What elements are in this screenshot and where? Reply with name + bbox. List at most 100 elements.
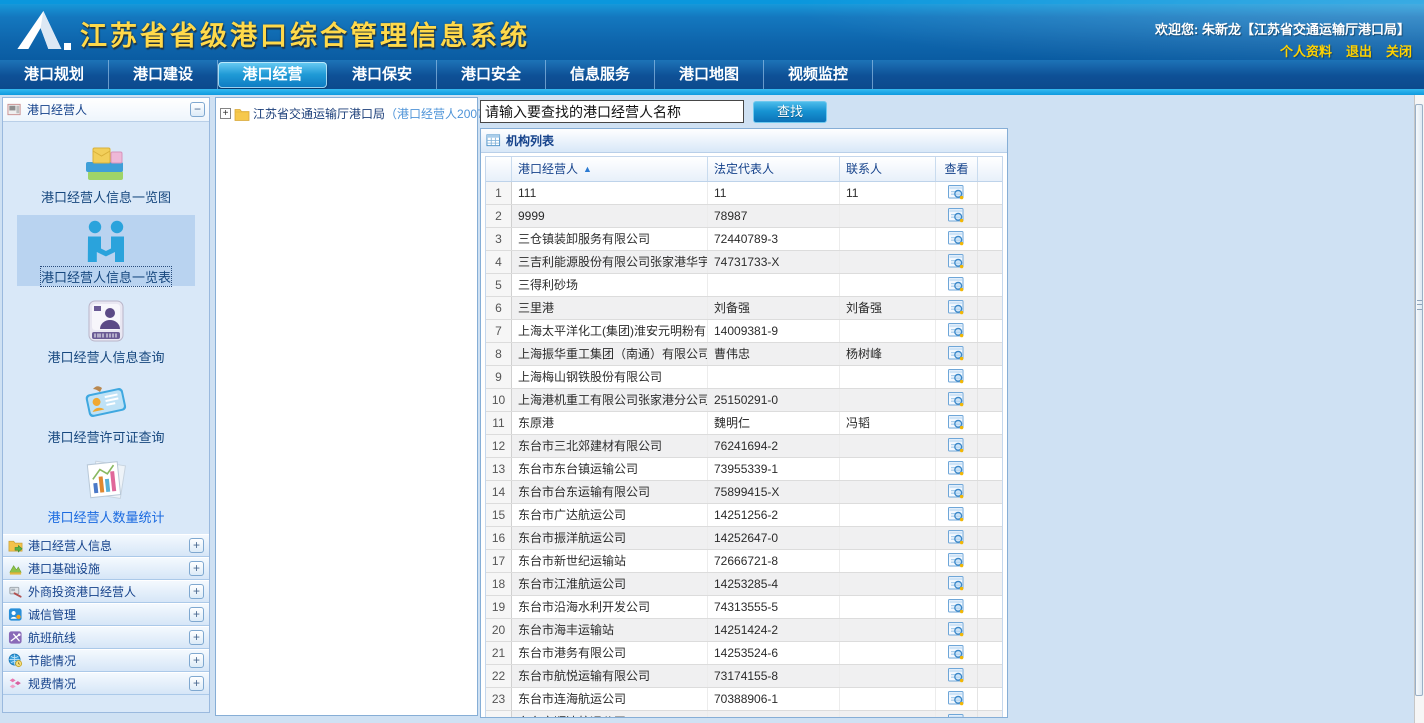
expand-button[interactable]: + <box>189 538 204 553</box>
search-button[interactable]: 查找 <box>753 101 827 123</box>
view-icon[interactable] <box>948 530 965 546</box>
table-row[interactable]: 16东台市振洋航运公司14252647-0 <box>486 527 1002 550</box>
header-link[interactable]: 个人资料 <box>1280 44 1332 59</box>
nav-tab[interactable]: 港口保安 <box>328 60 437 89</box>
table-row[interactable]: 11111111 <box>486 182 1002 205</box>
filler-cell <box>978 596 1002 618</box>
view-icon[interactable] <box>948 323 965 339</box>
table-row[interactable]: 11东原港魏明仁冯韬 <box>486 412 1002 435</box>
col-header-contact[interactable]: 联系人 <box>840 157 936 181</box>
view-cell <box>936 343 978 365</box>
expand-button[interactable]: + <box>189 630 204 645</box>
sidebar-section[interactable]: 诚信管理+ <box>3 603 209 626</box>
expand-button[interactable]: + <box>189 607 204 622</box>
view-icon[interactable] <box>948 622 965 638</box>
table-row[interactable]: 9上海梅山钢铁股份有限公司 <box>486 366 1002 389</box>
table-row[interactable]: 12东台市三北郊建材有限公司76241694-2 <box>486 435 1002 458</box>
welcome-text: 欢迎您: 朱新龙【江苏省交通运输厅港口局】 <box>1155 19 1410 38</box>
view-icon[interactable] <box>948 461 965 477</box>
nav-tab[interactable]: 港口建设 <box>109 60 218 89</box>
header-link[interactable]: 关闭 <box>1386 44 1412 59</box>
sidebar-item[interactable]: 港口经营人信息一览表 <box>17 215 195 286</box>
table-row[interactable]: 5三得利砂场 <box>486 274 1002 297</box>
search-input[interactable] <box>480 100 744 123</box>
sidebar-section[interactable]: 规费情况+ <box>3 672 209 695</box>
nav-tab[interactable]: 港口地图 <box>655 60 764 89</box>
sidebar-item[interactable]: 港口经营人信息查询 <box>17 295 195 366</box>
header-link[interactable]: 退出 <box>1346 44 1372 59</box>
sidebar-header[interactable]: 港口经营人 − <box>3 98 209 122</box>
table-row[interactable]: 19东台市沿海水利开发公司74313555-5 <box>486 596 1002 619</box>
sidebar-item[interactable]: 港口经营人信息一览图 <box>17 135 195 206</box>
table-row[interactable]: 14东台市台东运输有限公司75899415-X <box>486 481 1002 504</box>
table-row[interactable]: 24东台市顺达航运公司74409947-9 <box>486 711 1002 717</box>
view-icon[interactable] <box>948 507 965 523</box>
view-icon[interactable] <box>948 369 965 385</box>
collapse-button[interactable]: − <box>190 102 205 117</box>
nav-tab[interactable]: 港口经营 <box>218 62 327 88</box>
table-row[interactable]: 3三仓镇装卸服务有限公司72440789-3 <box>486 228 1002 251</box>
table-row[interactable]: 23东台市连海航运公司70388906-1 <box>486 688 1002 711</box>
expand-button[interactable]: + <box>189 561 204 576</box>
tree-node-root[interactable]: + 江苏省交通运输厅港口局（港口经营人2007） <box>220 105 473 122</box>
expand-button[interactable]: + <box>189 653 204 668</box>
legal-rep-code: 73955339-1 <box>708 458 840 480</box>
view-icon[interactable] <box>948 300 965 316</box>
table-row[interactable]: 15东台市广达航运公司14251256-2 <box>486 504 1002 527</box>
sidebar-item[interactable]: 港口经营人数量统计 <box>17 455 195 526</box>
nav-tab[interactable]: 信息服务 <box>546 60 655 89</box>
legal-rep-code: 11 <box>708 182 840 204</box>
view-icon[interactable] <box>948 346 965 362</box>
table-row[interactable]: 6三里港刘备强刘备强 <box>486 297 1002 320</box>
table-row[interactable]: 10上海港机重工有限公司张家港分公司25150291-0 <box>486 389 1002 412</box>
view-icon[interactable] <box>948 484 965 500</box>
col-header-operator[interactable]: 港口经营人▲ <box>512 157 708 181</box>
tree-expand-icon[interactable]: + <box>220 108 231 119</box>
table-row[interactable]: 13东台市东台镇运输公司73955339-1 <box>486 458 1002 481</box>
operator-name: 东台市海丰运输站 <box>512 619 708 641</box>
expand-button[interactable]: + <box>189 676 204 691</box>
sidebar-section[interactable]: 港口经营人信息+ <box>3 534 209 557</box>
row-number: 23 <box>486 688 512 710</box>
table-row[interactable]: 21东台市港务有限公司14253524-6 <box>486 642 1002 665</box>
table-row[interactable]: 7上海太平洋化工(集团)淮安元明粉有...14009381-9 <box>486 320 1002 343</box>
expand-button[interactable]: + <box>189 584 204 599</box>
sidebar-section[interactable]: 外商投资港口经营人+ <box>3 580 209 603</box>
page-scrollbar[interactable] <box>1414 95 1424 723</box>
view-icon[interactable] <box>948 645 965 661</box>
view-icon[interactable] <box>948 415 965 431</box>
view-icon[interactable] <box>948 691 965 707</box>
view-icon[interactable] <box>948 599 965 615</box>
sidebar-section[interactable]: 港口基础设施+ <box>3 557 209 580</box>
table-row[interactable]: 4三吉利能源股份有限公司张家港华宇...74731733-X <box>486 251 1002 274</box>
legal-rep-code: 魏明仁 <box>708 412 840 434</box>
view-icon[interactable] <box>948 231 965 247</box>
view-icon[interactable] <box>948 392 965 408</box>
sidebar-section[interactable]: 节能情况+ <box>3 649 209 672</box>
view-icon[interactable] <box>948 185 965 201</box>
view-icon[interactable] <box>948 208 965 224</box>
table-row[interactable]: 18东台市江淮航运公司14253285-4 <box>486 573 1002 596</box>
operator-name: 东台市振洋航运公司 <box>512 527 708 549</box>
nav-tab[interactable]: 港口规划 <box>0 60 109 89</box>
view-icon[interactable] <box>948 576 965 592</box>
table-row[interactable]: 20东台市海丰运输站14251424-2 <box>486 619 1002 642</box>
filler-cell <box>978 389 1002 411</box>
view-icon[interactable] <box>948 668 965 684</box>
table-row[interactable]: 22东台市航悦运输有限公司73174155-8 <box>486 665 1002 688</box>
view-icon[interactable] <box>948 553 965 569</box>
col-header-legal-rep[interactable]: 法定代表人 <box>708 157 840 181</box>
view-icon[interactable] <box>948 254 965 270</box>
table-row[interactable]: 8上海振华重工集团（南通）有限公司曹伟忠杨树峰 <box>486 343 1002 366</box>
scrollbar-thumb[interactable] <box>1415 104 1423 696</box>
view-icon[interactable] <box>948 277 965 293</box>
sidebar-section[interactable]: 航班航线+ <box>3 626 209 649</box>
table-row[interactable]: 2999978987 <box>486 205 1002 228</box>
view-icon[interactable] <box>948 438 965 454</box>
nav-tab[interactable]: 视频监控 <box>764 60 873 89</box>
view-icon[interactable] <box>948 714 965 717</box>
sidebar-item[interactable]: 港口经营许可证查询 <box>17 375 195 446</box>
view-cell <box>936 619 978 641</box>
nav-tab[interactable]: 港口安全 <box>437 60 546 89</box>
table-row[interactable]: 17东台市新世纪运输站72666721-8 <box>486 550 1002 573</box>
